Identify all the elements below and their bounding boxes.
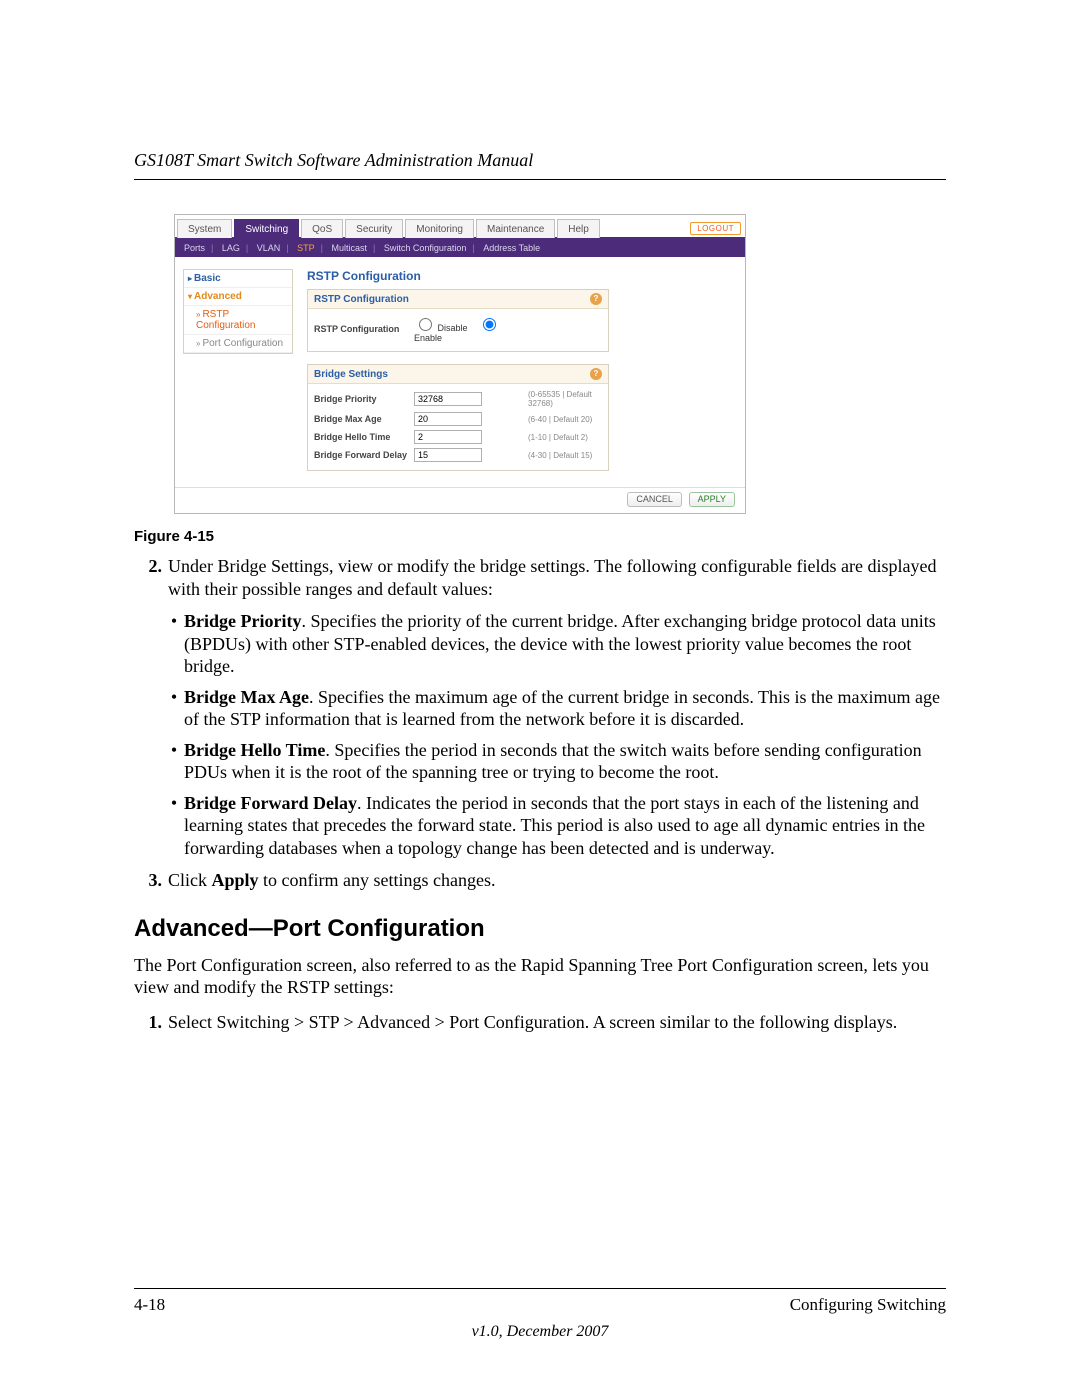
tab-qos[interactable]: QoS — [301, 219, 343, 238]
port-config-intro: The Port Configuration screen, also refe… — [134, 954, 946, 999]
logout-button[interactable]: LOGOUT — [690, 222, 741, 235]
switch-admin-ui: System Switching QoS Security Monitoring… — [174, 214, 746, 514]
subnav-switchconf[interactable]: Switch Configuration — [381, 243, 470, 253]
bullet-bridge-max-age: • Bridge Max Age. Specifies the maximum … — [164, 686, 946, 731]
subnav-addrtable[interactable]: Address Table — [480, 243, 543, 253]
subnav-ports[interactable]: Ports — [181, 243, 208, 253]
bullet-bridge-hello-time: • Bridge Hello Time. Specifies the perio… — [164, 739, 946, 784]
cancel-button[interactable]: CANCEL — [627, 492, 682, 507]
tab-help[interactable]: Help — [557, 219, 600, 238]
bridge-max-age-input[interactable] — [414, 412, 482, 426]
bullet-bridge-forward-delay: • Bridge Forward Delay. Indicates the pe… — [164, 792, 946, 860]
tab-system[interactable]: System — [177, 219, 232, 238]
primary-tab-bar: System Switching QoS Security Monitoring… — [175, 215, 745, 239]
rstp-config-panel: RSTP Configuration ? RSTP Configuration … — [307, 289, 609, 352]
bridge-max-age-row: Bridge Max Age (6-40 | Default 20) — [314, 410, 602, 428]
step-3: 3. Click Apply to confirm any settings c… — [134, 869, 946, 892]
bridge-priority-row: Bridge Priority (0-65535 | Default 32768… — [314, 388, 602, 410]
help-icon[interactable]: ? — [590, 368, 602, 380]
subnav-multicast[interactable]: Multicast — [329, 243, 371, 253]
secondary-nav: Ports| LAG| VLAN| STP| Multicast| Switch… — [175, 239, 745, 257]
subnav-vlan[interactable]: VLAN — [254, 243, 284, 253]
rstp-disable-radio[interactable]: Disable — [414, 323, 470, 333]
ui-action-bar: CANCEL APPLY — [175, 487, 745, 513]
panel-header-label: RSTP Configuration — [314, 294, 409, 305]
version-line: v1.0, December 2007 — [0, 1323, 1080, 1341]
bridge-settings-panel: Bridge Settings ? Bridge Priority (0-655… — [307, 364, 609, 471]
manual-page: GS108T Smart Switch Software Administrat… — [0, 0, 1080, 1397]
sidenav-advanced[interactable]: ▾Advanced — [184, 288, 292, 306]
tab-monitoring[interactable]: Monitoring — [405, 219, 474, 238]
rstp-config-label: RSTP Configuration — [314, 324, 414, 334]
bridge-forward-delay-row: Bridge Forward Delay (4-30 | Default 15) — [314, 446, 602, 464]
page-footer: 4-18 Configuring Switching — [134, 1288, 946, 1315]
tab-switching[interactable]: Switching — [234, 219, 299, 238]
tab-security[interactable]: Security — [345, 219, 403, 238]
chapter-title: Configuring Switching — [790, 1295, 946, 1315]
bullet-bridge-priority: • Bridge Priority. Specifies the priorit… — [164, 610, 946, 678]
bridge-hello-time-input[interactable] — [414, 430, 482, 444]
subnav-stp[interactable]: STP — [294, 243, 318, 253]
help-icon[interactable]: ? — [590, 293, 602, 305]
running-header: GS108T Smart Switch Software Administrat… — [134, 150, 946, 180]
apply-button[interactable]: APPLY — [689, 492, 735, 507]
sidenav-rstp-configuration[interactable]: »RSTP Configuration — [184, 306, 292, 335]
bridge-forward-delay-input[interactable] — [414, 448, 482, 462]
subnav-lag[interactable]: LAG — [219, 243, 243, 253]
figure-4-15: System Switching QoS Security Monitoring… — [174, 214, 946, 514]
section-heading-port-config: Advanced—Port Configuration — [134, 914, 946, 944]
step-2: 2. Under Bridge Settings, view or modify… — [134, 555, 946, 600]
sidenav-basic[interactable]: ▸Basic — [184, 270, 292, 288]
figure-caption: Figure 4-15 — [134, 528, 946, 545]
sidenav-port-configuration[interactable]: »Port Configuration — [184, 335, 292, 353]
port-config-step-1: 1. Select Switching > STP > Advanced > P… — [134, 1011, 946, 1034]
page-title: RSTP Configuration — [307, 269, 737, 283]
bridge-priority-input[interactable] — [414, 392, 482, 406]
bridge-hello-time-row: Bridge Hello Time (1-10 | Default 2) — [314, 428, 602, 446]
side-nav: ▸Basic ▾Advanced »RSTP Configuration »Po… — [183, 269, 293, 354]
panel-header-label: Bridge Settings — [314, 369, 388, 380]
tab-maintenance[interactable]: Maintenance — [476, 219, 555, 238]
page-number: 4-18 — [134, 1295, 165, 1315]
body-content: 2. Under Bridge Settings, view or modify… — [134, 555, 946, 1033]
